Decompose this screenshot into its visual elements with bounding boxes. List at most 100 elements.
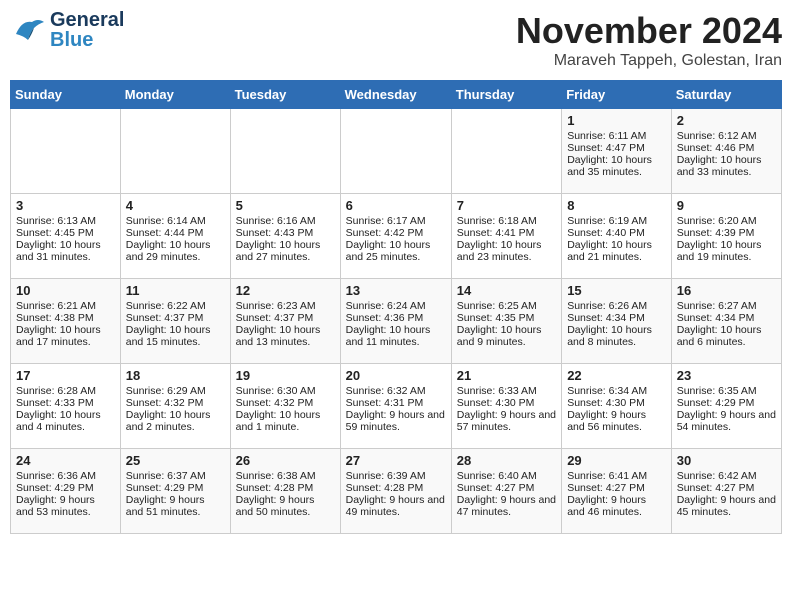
day-info: Sunrise: 6:12 AM: [677, 130, 776, 142]
day-info: Daylight: 10 hours and 15 minutes.: [126, 324, 225, 348]
header-cell-friday: Friday: [562, 81, 672, 109]
day-info: Sunrise: 6:18 AM: [457, 215, 556, 227]
day-info: Sunset: 4:43 PM: [236, 227, 335, 239]
day-info: Sunrise: 6:40 AM: [457, 470, 556, 482]
day-info: Sunset: 4:42 PM: [346, 227, 446, 239]
day-info: Sunrise: 6:28 AM: [16, 385, 115, 397]
header-cell-wednesday: Wednesday: [340, 81, 451, 109]
day-info: Sunrise: 6:25 AM: [457, 300, 556, 312]
header-cell-saturday: Saturday: [671, 81, 781, 109]
day-info: Sunrise: 6:33 AM: [457, 385, 556, 397]
day-info: Daylight: 9 hours and 53 minutes.: [16, 494, 115, 518]
calendar-cell: 14Sunrise: 6:25 AMSunset: 4:35 PMDayligh…: [451, 279, 561, 364]
day-info: Sunrise: 6:21 AM: [16, 300, 115, 312]
logo-name: General Blue: [50, 10, 124, 50]
calendar-cell: 11 Sunrise: 6:22 AMSunset: 4:37 PMDayligh…: [120, 279, 230, 364]
day-info: Daylight: 10 hours and 27 minutes.: [236, 239, 335, 263]
day-info: Daylight: 9 hours and 54 minutes.: [677, 409, 776, 433]
day-info: Sunrise: 6:14 AM: [126, 215, 225, 227]
day-info: Sunset: 4:29 PM: [16, 482, 115, 494]
day-number: 29: [567, 453, 666, 468]
day-info: Sunrise: 6:27 AM: [677, 300, 776, 312]
day-number: 16: [677, 283, 776, 298]
month-title: November 2024: [516, 10, 782, 52]
day-number: 8: [567, 198, 666, 213]
day-info: Daylight: 10 hours and 13 minutes.: [236, 324, 335, 348]
day-number: 4: [126, 198, 225, 213]
day-number: 20: [346, 368, 446, 383]
day-number: 26: [236, 453, 335, 468]
day-info: Sunrise: 6:22 AM: [126, 300, 225, 312]
day-info: Sunset: 4:27 PM: [457, 482, 556, 494]
day-number: 18: [126, 368, 225, 383]
day-info: Sunset: 4:47 PM: [567, 142, 666, 154]
day-info: Sunset: 4:30 PM: [457, 397, 556, 409]
calendar-cell: 16Sunrise: 6:27 AMSunset: 4:34 PMDayligh…: [671, 279, 781, 364]
logo-icon: [10, 12, 46, 48]
logo-general: General: [50, 10, 124, 30]
day-info: Sunset: 4:32 PM: [126, 397, 225, 409]
day-info: Daylight: 9 hours and 47 minutes.: [457, 494, 556, 518]
day-number: 10: [16, 283, 115, 298]
day-number: 25: [126, 453, 225, 468]
day-number: 15: [567, 283, 666, 298]
header-row: SundayMondayTuesdayWednesdayThursdayFrid…: [11, 81, 782, 109]
day-info: Sunrise: 6:23 AM: [236, 300, 335, 312]
day-info: Sunset: 4:33 PM: [16, 397, 115, 409]
day-number: 11: [126, 283, 225, 298]
day-number: 3: [16, 198, 115, 213]
day-info: Sunset: 4:40 PM: [567, 227, 666, 239]
day-info: Daylight: 10 hours and 31 minutes.: [16, 239, 115, 263]
day-info: Daylight: 9 hours and 46 minutes.: [567, 494, 666, 518]
header-cell-monday: Monday: [120, 81, 230, 109]
title-block: November 2024 Maraveh Tappeh, Golestan, …: [516, 10, 782, 70]
calendar-cell: 27Sunrise: 6:39 AMSunset: 4:28 PMDayligh…: [340, 449, 451, 534]
day-info: Sunrise: 6:17 AM: [346, 215, 446, 227]
day-info: Sunrise: 6:37 AM: [126, 470, 225, 482]
day-number: 27: [346, 453, 446, 468]
day-number: 17: [16, 368, 115, 383]
day-info: Sunrise: 6:16 AM: [236, 215, 335, 227]
calendar-cell: 20Sunrise: 6:32 AMSunset: 4:31 PMDayligh…: [340, 364, 451, 449]
day-number: 14: [457, 283, 556, 298]
day-info: Sunset: 4:36 PM: [346, 312, 446, 324]
day-number: 2: [677, 113, 776, 128]
day-info: Sunset: 4:44 PM: [126, 227, 225, 239]
day-number: 6: [346, 198, 446, 213]
calendar-cell: [340, 109, 451, 194]
calendar-cell: 25Sunrise: 6:37 AMSunset: 4:29 PMDayligh…: [120, 449, 230, 534]
calendar-row-0: 1Sunrise: 6:11 AMSunset: 4:47 PMDaylight…: [11, 109, 782, 194]
day-number: 21: [457, 368, 556, 383]
calendar-cell: 22Sunrise: 6:34 AMSunset: 4:30 PMDayligh…: [562, 364, 672, 449]
day-info: Daylight: 9 hours and 56 minutes.: [567, 409, 666, 433]
day-info: Sunrise: 6:29 AM: [126, 385, 225, 397]
calendar-cell: [120, 109, 230, 194]
calendar-cell: 26Sunrise: 6:38 AMSunset: 4:28 PMDayligh…: [230, 449, 340, 534]
day-info: Daylight: 10 hours and 9 minutes.: [457, 324, 556, 348]
day-info: Daylight: 10 hours and 33 minutes.: [677, 154, 776, 178]
day-info: Sunset: 4:41 PM: [457, 227, 556, 239]
day-info: Daylight: 10 hours and 21 minutes.: [567, 239, 666, 263]
calendar-body: 1Sunrise: 6:11 AMSunset: 4:47 PMDaylight…: [11, 109, 782, 534]
calendar-cell: 6Sunrise: 6:17 AMSunset: 4:42 PMDaylight…: [340, 194, 451, 279]
day-info: Daylight: 10 hours and 29 minutes.: [126, 239, 225, 263]
logo-blue: Blue: [50, 30, 93, 50]
calendar-cell: 21Sunrise: 6:33 AMSunset: 4:30 PMDayligh…: [451, 364, 561, 449]
day-info: Sunset: 4:27 PM: [677, 482, 776, 494]
day-info: Daylight: 10 hours and 2 minutes.: [126, 409, 225, 433]
day-info: Daylight: 9 hours and 49 minutes.: [346, 494, 446, 518]
day-info: Sunrise: 6:11 AM: [567, 130, 666, 142]
calendar-cell: [230, 109, 340, 194]
calendar-cell: 15Sunrise: 6:26 AMSunset: 4:34 PMDayligh…: [562, 279, 672, 364]
calendar-cell: 17Sunrise: 6:28 AMSunset: 4:33 PMDayligh…: [11, 364, 121, 449]
calendar-cell: 7Sunrise: 6:18 AMSunset: 4:41 PMDaylight…: [451, 194, 561, 279]
day-info: Daylight: 10 hours and 23 minutes.: [457, 239, 556, 263]
day-info: Sunset: 4:37 PM: [126, 312, 225, 324]
day-number: 5: [236, 198, 335, 213]
day-info: Daylight: 10 hours and 11 minutes.: [346, 324, 446, 348]
calendar-header: SundayMondayTuesdayWednesdayThursdayFrid…: [11, 81, 782, 109]
day-info: Sunset: 4:27 PM: [567, 482, 666, 494]
calendar-cell: 23Sunrise: 6:35 AMSunset: 4:29 PMDayligh…: [671, 364, 781, 449]
calendar-cell: 3Sunrise: 6:13 AMSunset: 4:45 PMDaylight…: [11, 194, 121, 279]
calendar-cell: 4 Sunrise: 6:14 AMSunset: 4:44 PMDaylight…: [120, 194, 230, 279]
